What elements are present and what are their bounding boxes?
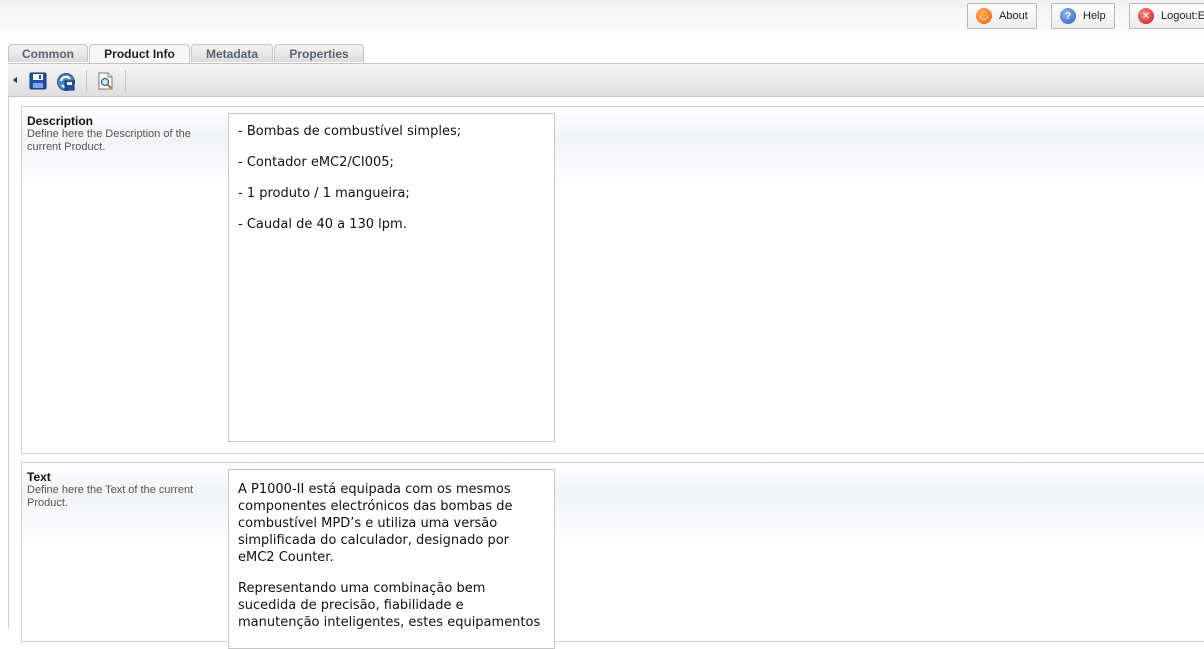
help-label: Help [1083, 10, 1106, 22]
help-button[interactable]: ? Help [1051, 3, 1115, 29]
save-refresh-icon [57, 73, 75, 91]
tab-metadata[interactable]: Metadata [191, 44, 273, 62]
text-paragraph: A P1000-II está equipada com os mesmos c… [238, 482, 513, 565]
tab-properties[interactable]: Properties [274, 44, 364, 62]
description-line: - Bombas de combustível simples; [238, 124, 462, 139]
description-editor[interactable]: - Bombas de combustível simples; - Conta… [228, 113, 555, 442]
logout-label: Logout:E [1161, 10, 1204, 22]
help-icon: ? [1060, 8, 1076, 24]
toolbar [8, 63, 1204, 97]
tab-bar: Common Product Info Metadata Properties [8, 44, 365, 63]
description-hint: Define here the Description of the curre… [27, 128, 191, 153]
text-section: Text Define here the Text of the current… [21, 462, 1204, 649]
content-area: Description Define here the Description … [8, 97, 1204, 649]
description-title: Description [27, 114, 94, 128]
description-section: Description Define here the Description … [21, 106, 1204, 454]
about-label: About [999, 10, 1028, 22]
text-editor[interactable]: A P1000-II está equipada com os mesmos c… [228, 469, 555, 649]
save-icon [29, 72, 47, 90]
description-line: - Caudal de 40 a 130 lpm. [238, 217, 407, 232]
text-paragraph: Representando uma combinação bem sucedid… [238, 581, 541, 630]
save-button[interactable] [29, 72, 47, 95]
top-bar: ◡ About ? Help ✕ Logout:E [0, 0, 1204, 42]
collapse-arrow-icon[interactable] [13, 77, 17, 83]
tab-product-info[interactable]: Product Info [89, 44, 190, 63]
save-refresh-button[interactable] [56, 72, 76, 97]
description-line: - Contador eMC2/CI005; [238, 155, 394, 170]
text-title: Text [27, 470, 51, 484]
logout-icon: ✕ [1138, 8, 1154, 24]
about-icon: ◡ [976, 8, 992, 24]
preview-icon [98, 72, 113, 90]
tab-common[interactable]: Common [8, 44, 88, 62]
description-line: - 1 produto / 1 mangueira; [238, 186, 410, 201]
logout-button[interactable]: ✕ Logout:E [1129, 3, 1204, 29]
text-hint: Define here the Text of the current Prod… [27, 484, 194, 509]
about-button[interactable]: ◡ About [967, 3, 1037, 29]
toolbar-separator [125, 70, 126, 92]
toolbar-separator [86, 70, 87, 92]
preview-button[interactable] [97, 72, 115, 95]
